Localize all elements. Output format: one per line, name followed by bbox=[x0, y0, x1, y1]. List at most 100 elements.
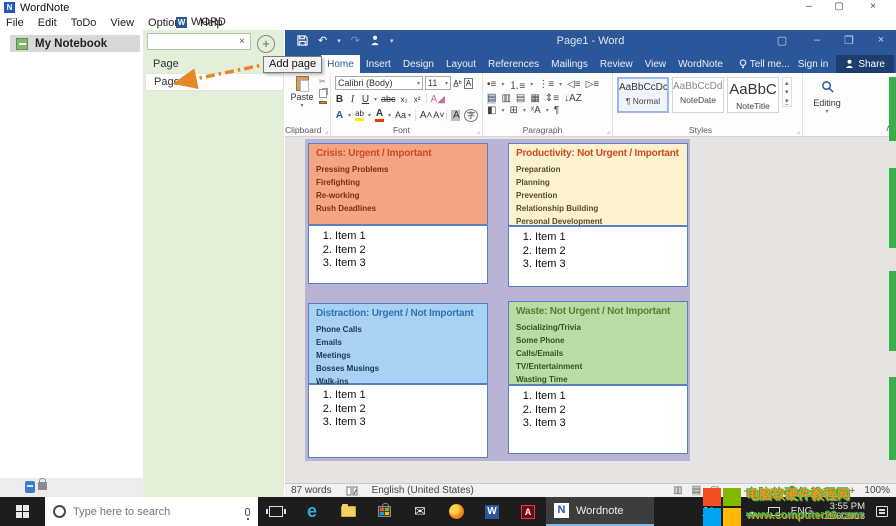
tab-review[interactable]: Review bbox=[594, 55, 639, 73]
highlight-color-icon[interactable]: ab bbox=[355, 109, 364, 121]
underline-dropdown-icon[interactable]: ▾ bbox=[374, 96, 377, 103]
quadrant-crisis-list[interactable]: Item 1Item 2Item 3 bbox=[308, 225, 488, 284]
numbered-item[interactable]: Item 1 bbox=[335, 389, 487, 403]
word-minimize-icon[interactable]: – bbox=[803, 34, 831, 46]
tab-insert[interactable]: Insert bbox=[360, 55, 397, 73]
align-center-icon[interactable]: ▥ bbox=[501, 93, 510, 104]
start-button[interactable] bbox=[0, 497, 45, 526]
tell-me-button[interactable]: Tell me... bbox=[739, 59, 790, 70]
multilevel-dropdown-icon[interactable]: ▾ bbox=[559, 81, 562, 88]
tab-mailings[interactable]: Mailings bbox=[545, 55, 594, 73]
numbered-item[interactable]: Item 3 bbox=[535, 417, 687, 431]
font-name-select[interactable]: Calibri (Body) ▾ bbox=[335, 76, 423, 90]
superscript-button[interactable]: x² bbox=[413, 95, 422, 104]
style-notedate[interactable]: AaBbCcDdI NoteDate bbox=[672, 77, 724, 113]
proofing-icon[interactable] bbox=[346, 486, 358, 496]
quadrant-waste-header[interactable]: Waste: Not Urgent / Not Important Social… bbox=[508, 301, 688, 385]
document-area[interactable]: Crisis: Urgent / Important Pressing Prob… bbox=[285, 137, 896, 483]
numbered-item[interactable]: Item 2 bbox=[535, 245, 687, 259]
task-view-button[interactable] bbox=[258, 497, 294, 526]
styles-scroll-down-icon[interactable]: ▾ bbox=[785, 88, 789, 96]
taskbar-item-firefox[interactable] bbox=[438, 497, 474, 526]
taskbar-item-store[interactable] bbox=[366, 497, 402, 526]
tab-home[interactable]: Home bbox=[321, 55, 360, 73]
text-effects-dropdown-icon[interactable]: ▾ bbox=[348, 112, 351, 119]
align-left-icon[interactable]: ▤ bbox=[487, 93, 496, 104]
font-dialog-launcher[interactable]: ⌟ bbox=[477, 127, 480, 135]
numbered-item[interactable]: Item 3 bbox=[335, 416, 487, 430]
shading-icon[interactable]: ◧ bbox=[487, 105, 496, 116]
word-count[interactable]: 87 words bbox=[291, 485, 332, 496]
paste-button[interactable]: Paste ▾ bbox=[289, 76, 315, 109]
grow-font-icon[interactable]: A˄ bbox=[420, 110, 429, 121]
change-case-icon[interactable]: Aa bbox=[395, 110, 404, 120]
change-case-dropdown-icon[interactable]: ▾ bbox=[408, 112, 411, 119]
notebook-item[interactable]: My Notebook bbox=[10, 35, 140, 52]
paragraph-dialog-launcher[interactable]: ⌟ bbox=[607, 127, 610, 135]
justify-icon[interactable]: ▦ bbox=[530, 93, 539, 104]
share-button[interactable]: Share bbox=[836, 55, 894, 73]
clipboard-dialog-launcher[interactable]: ⌟ bbox=[325, 127, 328, 135]
enclose-character-icon[interactable]: 字 bbox=[464, 109, 478, 122]
format-painter-icon[interactable] bbox=[319, 101, 327, 104]
menu-item[interactable]: Edit bbox=[38, 17, 57, 29]
tab-references[interactable]: References bbox=[482, 55, 545, 73]
phonetic-guide-icon[interactable]: A̲ᵇ bbox=[453, 79, 462, 88]
device-icon[interactable] bbox=[768, 507, 780, 516]
highlight-dropdown-icon[interactable]: ▾ bbox=[368, 112, 371, 119]
shrink-font-icon[interactable]: A˅ bbox=[433, 110, 442, 120]
shading-dropdown-icon[interactable]: ▾ bbox=[501, 107, 504, 114]
word-restore-icon[interactable]: ❐ bbox=[835, 34, 863, 47]
enclose-characters-icon[interactable]: A bbox=[464, 78, 473, 89]
eisenhower-matrix-table[interactable]: Crisis: Urgent / Important Pressing Prob… bbox=[305, 139, 690, 461]
numbered-item[interactable]: Item 3 bbox=[335, 257, 487, 271]
people-icon[interactable] bbox=[701, 506, 716, 517]
numbered-item[interactable]: Item 1 bbox=[535, 231, 687, 245]
taskbar-item-word[interactable]: W bbox=[474, 497, 510, 526]
web-layout-icon[interactable]: ▢ bbox=[710, 485, 719, 496]
tab-view[interactable]: View bbox=[639, 55, 673, 73]
style-normal[interactable]: AaBbCcDc ¶ Normal bbox=[617, 77, 669, 113]
font-color-icon[interactable]: A bbox=[375, 108, 384, 122]
tray-expand-icon[interactable]: ∧ bbox=[727, 506, 734, 517]
italic-button[interactable]: I bbox=[348, 94, 357, 105]
word-close-icon[interactable]: × bbox=[867, 34, 895, 46]
page-search-box[interactable]: × bbox=[147, 33, 251, 50]
numbered-item[interactable]: Item 2 bbox=[535, 404, 687, 418]
ribbon-display-options-icon[interactable]: ▢ bbox=[768, 34, 796, 47]
copy-icon[interactable] bbox=[319, 89, 327, 98]
zoom-in-icon[interactable]: + bbox=[849, 485, 855, 497]
quadrant-productivity-list[interactable]: Item 1Item 2Item 3 bbox=[508, 226, 688, 287]
zoom-level[interactable]: 100% bbox=[864, 485, 890, 496]
quadrant-productivity-header[interactable]: Productivity: Not Urgent / Important Pre… bbox=[508, 143, 688, 226]
character-shading-icon[interactable]: A bbox=[451, 110, 460, 121]
numbering-icon[interactable]: ⒈≡ bbox=[509, 77, 525, 92]
tab-design[interactable]: Design bbox=[397, 55, 440, 73]
asian-layout-icon[interactable]: ˣA bbox=[531, 105, 541, 116]
increase-indent-icon[interactable]: ▷≡ bbox=[586, 79, 600, 90]
action-center-icon[interactable] bbox=[876, 506, 888, 517]
quadrant-distraction-list[interactable]: Item 1Item 2Item 3 bbox=[308, 384, 488, 458]
clear-formatting-icon[interactable]: A◢ bbox=[431, 94, 445, 105]
numbered-item[interactable]: Item 3 bbox=[535, 258, 687, 272]
text-effects-icon[interactable]: A bbox=[335, 110, 344, 121]
cut-icon[interactable]: ✂ bbox=[319, 77, 327, 86]
quadrant-waste-list[interactable]: Item 1Item 2Item 3 bbox=[508, 385, 688, 454]
clear-search-icon[interactable]: × bbox=[234, 36, 250, 47]
print-layout-icon[interactable]: ▤ bbox=[692, 485, 701, 496]
lock-icon[interactable] bbox=[38, 482, 47, 490]
zoom-out-icon[interactable]: − bbox=[729, 485, 735, 497]
zoom-slider[interactable] bbox=[744, 490, 840, 492]
paste-dropdown-icon[interactable]: ▾ bbox=[289, 102, 315, 109]
tab-wordnote[interactable]: WordNote bbox=[672, 55, 729, 73]
sort-icon[interactable]: ↓AZ bbox=[564, 93, 582, 104]
style-notetitle[interactable]: AaBbC NoteTitle bbox=[727, 77, 779, 113]
numbering-dropdown-icon[interactable]: ▾ bbox=[530, 81, 533, 88]
asian-layout-dropdown-icon[interactable]: ▾ bbox=[546, 107, 549, 114]
maximize-icon[interactable]: ▢ bbox=[826, 0, 852, 15]
line-spacing-icon[interactable]: ⇕≡ bbox=[545, 93, 559, 104]
quadrant-distraction-header[interactable]: Distraction: Urgent / Not Important Phon… bbox=[308, 303, 488, 384]
font-color-dropdown-icon[interactable]: ▾ bbox=[388, 112, 391, 119]
minimize-icon[interactable]: – bbox=[796, 0, 822, 15]
microphone-icon[interactable] bbox=[245, 508, 250, 516]
